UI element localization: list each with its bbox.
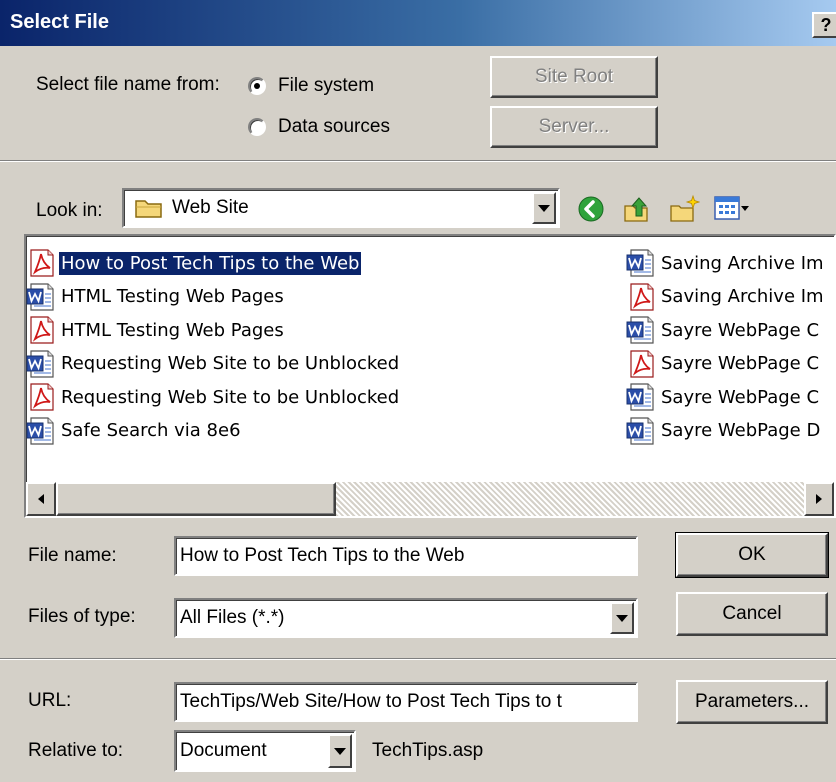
server-button[interactable]: Server... (490, 106, 658, 148)
file-item[interactable]: Saving Archive Im (626, 248, 826, 278)
file-item-name: How to Post Tech Tips to the Web (59, 251, 362, 275)
view-menu-arrow-icon (741, 206, 749, 211)
filetype-dropdown-button[interactable] (610, 602, 634, 634)
filetype-value: All Files (*.*) (180, 607, 285, 628)
radio-data-sources-dot[interactable] (248, 118, 266, 136)
file-item[interactable]: Sayre WebPage C (626, 349, 821, 379)
pdf-document-icon (630, 349, 654, 378)
file-item[interactable]: Requesting Web Site to be Unblocked (26, 382, 401, 412)
file-item[interactable]: Sayre WebPage D (626, 416, 822, 446)
new-folder-icon[interactable] (668, 194, 700, 224)
pdf-document-icon (630, 282, 654, 311)
word-document-icon (26, 349, 54, 378)
scrollbar-thumb[interactable] (56, 482, 336, 516)
filetype-label: Files of type: (28, 606, 136, 627)
help-button[interactable]: ? (812, 12, 836, 38)
file-item-name: Sayre WebPage C (661, 319, 820, 341)
word-document-icon (626, 416, 654, 445)
view-menu-icon (714, 196, 740, 220)
file-item-name: Sayre WebPage D (661, 420, 821, 441)
url-label: URL: (28, 690, 72, 711)
word-document-icon (626, 316, 654, 344)
horizontal-scrollbar[interactable] (26, 482, 834, 516)
word-document-icon (626, 383, 654, 411)
pdf-document-icon (30, 249, 54, 277)
file-item[interactable]: HTML Testing Web Pages (26, 282, 286, 312)
file-item-name: Saving Archive Im (661, 252, 824, 274)
title-bar: Select File ? (0, 0, 836, 46)
relative-value: Document (180, 740, 267, 761)
view-menu-button[interactable] (714, 196, 750, 220)
source-label: Select file name from: (36, 74, 220, 95)
file-item[interactable]: Sayre WebPage C (626, 315, 821, 345)
word-document-icon (626, 249, 654, 277)
site-root-button[interactable]: Site Root (490, 56, 658, 98)
lookin-combo[interactable]: Web Site (122, 188, 560, 228)
file-list[interactable]: How to Post Tech Tips to the Web HTML Tes… (24, 234, 836, 518)
radio-data-sources[interactable]: Data sources (248, 116, 390, 138)
word-document-icon (26, 282, 54, 311)
radio-file-system-dot[interactable] (248, 77, 266, 95)
file-item-name: Requesting Web Site to be Unblocked (61, 353, 400, 374)
file-item[interactable]: Saving Archive Im (626, 282, 826, 312)
radio-file-system[interactable]: File system (248, 75, 374, 97)
file-item[interactable]: Sayre WebPage C (626, 382, 821, 412)
scroll-left-icon (38, 494, 44, 504)
relative-label: Relative to: (28, 740, 124, 761)
separator-bottom (0, 658, 836, 660)
url-input[interactable]: TechTips/Web Site/How to Post Tech Tips … (174, 682, 638, 722)
lookin-value: Web Site (172, 197, 249, 218)
relative-page: TechTips.asp (372, 740, 484, 761)
ok-button[interactable]: OK (675, 532, 829, 578)
file-item-name: Saving Archive Im (661, 286, 824, 307)
file-item-name: HTML Testing Web Pages (61, 319, 284, 341)
file-item[interactable]: Requesting Web Site to be Unblocked (26, 349, 401, 379)
file-item-name: Sayre WebPage C (661, 386, 820, 408)
filename-input[interactable]: How to Post Tech Tips to the Web (174, 536, 638, 576)
radio-file-system-label: File system (278, 75, 375, 96)
folder-icon (135, 200, 162, 218)
separator-top (0, 160, 836, 162)
pdf-document-icon (30, 383, 54, 411)
file-item[interactable]: How to Post Tech Tips to the Web (26, 248, 362, 278)
radio-data-sources-label: Data sources (278, 116, 390, 137)
window-title: Select File (10, 11, 109, 33)
scroll-left-button[interactable] (26, 482, 56, 516)
cancel-button[interactable]: Cancel (676, 592, 828, 636)
filename-label: File name: (28, 545, 117, 566)
file-item[interactable]: Safe Search via 8e6 (26, 416, 243, 446)
pdf-document-icon (30, 316, 54, 344)
filetype-select[interactable]: All Files (*.*) (174, 598, 638, 638)
lookin-label: Look in: (36, 200, 103, 221)
file-item-name: HTML Testing Web Pages (61, 286, 284, 307)
word-document-icon (26, 416, 54, 445)
file-item-name: Safe Search via 8e6 (61, 420, 241, 441)
file-item-name: Requesting Web Site to be Unblocked (61, 386, 400, 408)
file-item[interactable]: HTML Testing Web Pages (26, 315, 286, 345)
up-folder-icon[interactable] (622, 194, 652, 224)
relative-dropdown-button[interactable] (328, 734, 352, 768)
relative-select[interactable]: Document (174, 730, 356, 772)
file-item-name: Sayre WebPage C (661, 353, 820, 374)
scroll-right-icon (816, 494, 822, 504)
scroll-right-button[interactable] (804, 482, 834, 516)
back-icon[interactable] (578, 196, 604, 222)
lookin-dropdown-button[interactable] (532, 192, 556, 224)
parameters-button[interactable]: Parameters... (676, 680, 828, 724)
